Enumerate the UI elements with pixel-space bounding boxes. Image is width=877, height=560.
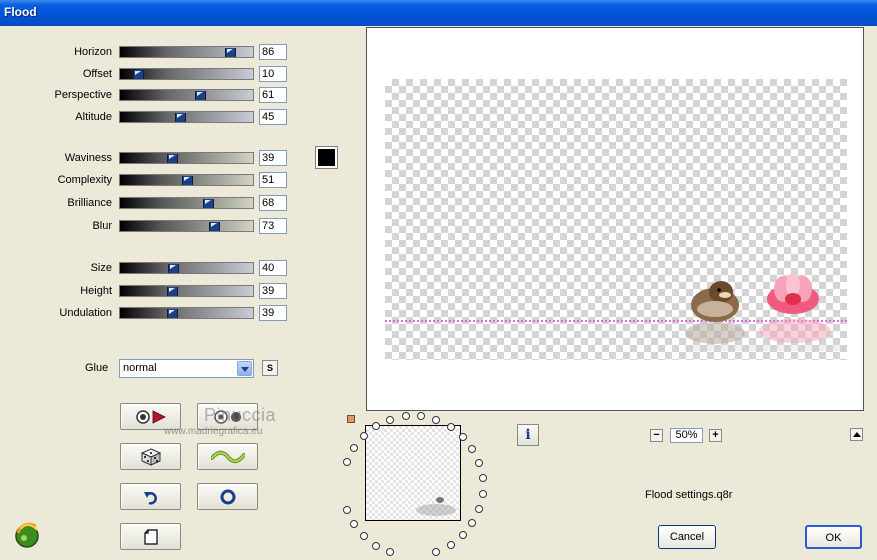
- slider-thumb[interactable]: [182, 176, 193, 185]
- wave-button[interactable]: [197, 443, 258, 470]
- navigator-dot: [478, 489, 487, 498]
- navigator-dot: [446, 422, 455, 431]
- slider-thumb[interactable]: [167, 154, 178, 163]
- dice-icon: [140, 447, 161, 466]
- slider-thumb[interactable]: [209, 222, 220, 231]
- flood-color-swatch[interactable]: [315, 146, 338, 169]
- waviness-slider[interactable]: [119, 152, 254, 164]
- height-slider[interactable]: [119, 285, 254, 297]
- undulation-label: Undulation: [59, 307, 112, 319]
- slider-thumb[interactable]: [225, 48, 236, 57]
- ok-button[interactable]: OK: [805, 525, 862, 549]
- glue-s-button[interactable]: S: [262, 360, 278, 376]
- perspective-label: Perspective: [54, 89, 112, 101]
- navigator-dot: [372, 541, 381, 550]
- reset-button[interactable]: [197, 483, 258, 510]
- blur-label: Blur: [92, 220, 112, 232]
- title-bar: Flood: [0, 0, 877, 26]
- slider-thumb[interactable]: [167, 287, 178, 296]
- brilliance-label: Brilliance: [67, 197, 112, 209]
- thumbnail-navigator[interactable]: [365, 425, 461, 521]
- watermark-name: Pinuccia: [204, 405, 277, 425]
- undulation-slider[interactable]: [119, 307, 254, 319]
- glue-label: Glue: [85, 362, 109, 374]
- height-input[interactable]: 39: [259, 283, 287, 299]
- size-label: Size: [90, 262, 112, 274]
- navigator-dot: [458, 531, 467, 540]
- brilliance-slider[interactable]: [119, 197, 254, 209]
- waviness-label: Waviness: [64, 152, 112, 164]
- settings-filename: Flood settings.q8r: [645, 489, 733, 501]
- watermark-url: www.madriegrafica.eu: [164, 426, 263, 437]
- slider-thumb[interactable]: [168, 264, 179, 273]
- zoom-level[interactable]: 50%: [670, 428, 703, 443]
- zoom-out-button[interactable]: −: [650, 429, 663, 442]
- altitude-slider[interactable]: [119, 111, 254, 123]
- eye-play-icon: [135, 409, 166, 424]
- navigator-dot: [360, 532, 369, 540]
- horizon-input[interactable]: 86: [259, 44, 287, 60]
- navigator-dot: [458, 432, 467, 441]
- altitude-label: Altitude: [75, 111, 112, 123]
- slider-thumb[interactable]: [175, 113, 186, 122]
- chevron-down-icon[interactable]: [237, 361, 252, 376]
- preview-image: [685, 273, 845, 351]
- blur-input[interactable]: 73: [259, 218, 287, 234]
- slider-thumb[interactable]: [133, 70, 144, 79]
- preview-canvas: [385, 79, 847, 360]
- copy-button[interactable]: [120, 523, 181, 550]
- undo-button[interactable]: [120, 483, 181, 510]
- brilliance-input[interactable]: 68: [259, 195, 287, 211]
- navigator-dot: [478, 474, 487, 483]
- navigator-handle[interactable]: [347, 415, 355, 423]
- thumbnail-image: [416, 497, 456, 516]
- random-button[interactable]: [120, 443, 181, 470]
- blur-slider[interactable]: [119, 220, 254, 232]
- preview-panel[interactable]: [366, 27, 864, 411]
- waviness-input[interactable]: 39: [259, 150, 287, 166]
- cancel-button[interactable]: Cancel: [658, 525, 716, 549]
- horizon-label: Horizon: [74, 46, 112, 58]
- plugin-logo-icon: [15, 522, 39, 548]
- size-slider[interactable]: [119, 262, 254, 274]
- size-input[interactable]: 40: [259, 260, 287, 276]
- offset-input[interactable]: 10: [259, 66, 287, 82]
- window-title: Flood: [4, 5, 37, 19]
- complexity-input[interactable]: 51: [259, 172, 287, 188]
- page-icon: [143, 528, 158, 545]
- perspective-input[interactable]: 61: [259, 87, 287, 103]
- offset-label: Offset: [82, 68, 112, 80]
- offset-slider[interactable]: [119, 68, 254, 80]
- slider-thumb[interactable]: [195, 91, 206, 100]
- slider-thumb[interactable]: [167, 309, 178, 318]
- perspective-slider[interactable]: [119, 89, 254, 101]
- navigator-dot: [360, 431, 369, 440]
- complexity-slider[interactable]: [119, 174, 254, 186]
- slider-thumb[interactable]: [203, 199, 214, 208]
- circle-icon: [220, 489, 235, 504]
- collapse-button[interactable]: [850, 428, 863, 441]
- wave-icon: [210, 450, 245, 463]
- complexity-label: Complexity: [57, 174, 112, 186]
- horizon-slider[interactable]: [119, 46, 254, 58]
- undo-icon: [143, 491, 157, 505]
- glue-select[interactable]: normal: [119, 359, 254, 378]
- navigator-dot: [446, 541, 455, 550]
- info-button[interactable]: i: [517, 424, 539, 446]
- zoom-in-button[interactable]: +: [709, 429, 722, 442]
- undulation-input[interactable]: 39: [259, 305, 287, 321]
- height-label: Height: [80, 285, 112, 297]
- glue-selected-value: normal: [123, 362, 157, 374]
- altitude-input[interactable]: 45: [259, 109, 287, 125]
